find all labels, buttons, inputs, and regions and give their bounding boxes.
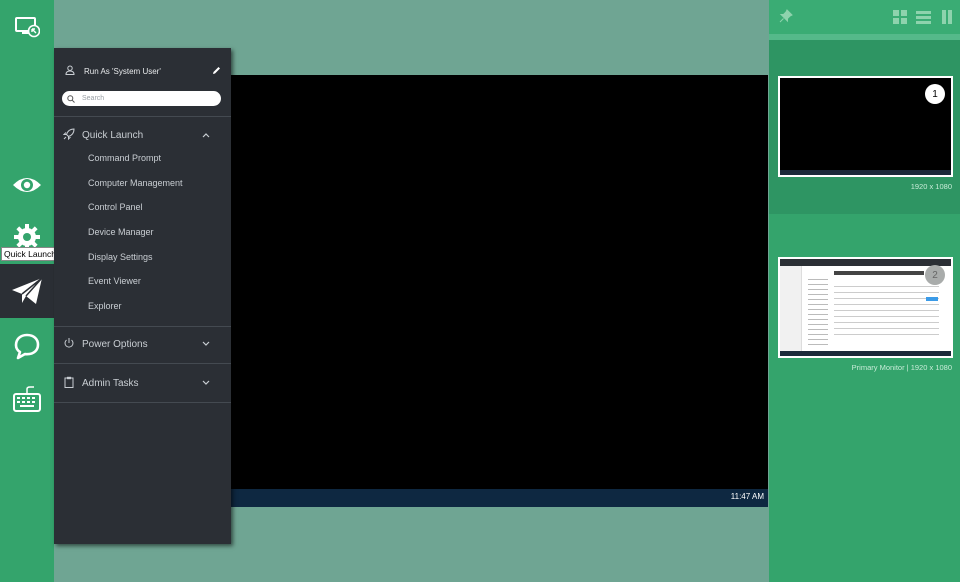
eye-icon [11,174,43,196]
quick-launch-item-command-prompt[interactable]: Command Prompt [88,153,161,163]
power-options-label: Power Options [82,338,148,350]
run-as-label: Run As 'System User' [84,66,161,76]
monitor-2-badge: 2 [925,265,945,285]
chevron-down-icon [202,339,210,350]
view-button[interactable] [0,168,54,202]
admin-tasks-section-header[interactable]: Admin Tasks [54,374,231,392]
divider [54,326,231,327]
paper-plane-icon [11,277,43,305]
monitor-sidebar-toolbar [769,0,960,34]
chevron-down-icon [202,378,210,389]
mini-heading [834,271,924,275]
power-icon [63,337,75,352]
quick-launch-section-header[interactable]: Quick Launch [54,126,231,144]
admin-tasks-label: Admin Tasks [82,377,139,389]
monitor-1-badge: 1 [925,84,945,104]
run-as-row[interactable]: Run As 'System User' [65,64,221,78]
search-placeholder: Search [82,95,105,102]
remote-screen-button[interactable] [0,10,54,44]
monitor-1-thumbnail[interactable]: 1 [778,76,953,177]
edit-pencil-icon[interactable] [212,66,221,77]
search-input[interactable]: Search [62,91,221,106]
keyboard-icon [12,385,42,413]
divider [54,363,231,364]
mini-title-bar [780,259,951,266]
monitor-1-caption: 1920 x 1080 [910,182,952,191]
chat-button[interactable] [0,330,54,362]
left-toolbar: Quick Launch [0,0,59,582]
chevron-up-icon [202,130,210,141]
mini-menu [808,275,828,347]
quick-launch-panel: Run As 'System User' Search Quick Launch… [54,48,231,544]
monitor-sidebar: 1 1920 x 1080 2 Primary Monitor | 1920 x… [769,0,960,582]
power-options-section-header[interactable]: Power Options [54,335,231,353]
clipboard-icon [63,376,75,391]
list-view-icon[interactable] [916,10,931,29]
user-icon [65,65,75,77]
mini-taskbar [780,170,951,175]
rocket-icon [62,127,75,143]
quick-launch-item-event-viewer[interactable]: Event Viewer [88,276,141,286]
column-view-icon[interactable] [941,10,953,29]
quick-launch-item-control-panel[interactable]: Control Panel [88,202,143,212]
quick-launch-item-explorer[interactable]: Explorer [88,301,122,311]
quick-launch-item-device-manager[interactable]: Device Manager [88,227,154,237]
quick-launch-section-label: Quick Launch [82,129,144,141]
pin-icon[interactable] [779,9,793,28]
remote-taskbar: 11:47 AM [226,489,768,507]
quick-launch-item-display-settings[interactable]: Display Settings [88,252,153,262]
divider [54,116,231,117]
grid-view-icon[interactable] [893,10,907,29]
mini-sidebar [780,266,802,351]
chat-icon [13,332,41,360]
mini-taskbar [780,351,951,356]
quick-launch-item-computer-management[interactable]: Computer Management [88,178,183,188]
search-icon [67,90,75,108]
monitor-2-thumbnail[interactable]: 2 [778,257,953,358]
keyboard-button[interactable] [0,384,54,414]
remote-screen-icon [14,16,40,38]
mini-content [834,281,939,335]
divider [54,402,231,403]
mini-button [926,297,938,301]
taskbar-clock: 11:47 AM [730,492,764,501]
remote-screen[interactable]: 11:47 AM [226,75,768,507]
quick-launch-button[interactable] [0,264,54,318]
quick-launch-tooltip: Quick Launch [1,247,59,261]
monitor-2-caption: Primary Monitor | 1920 x 1080 [851,363,952,372]
